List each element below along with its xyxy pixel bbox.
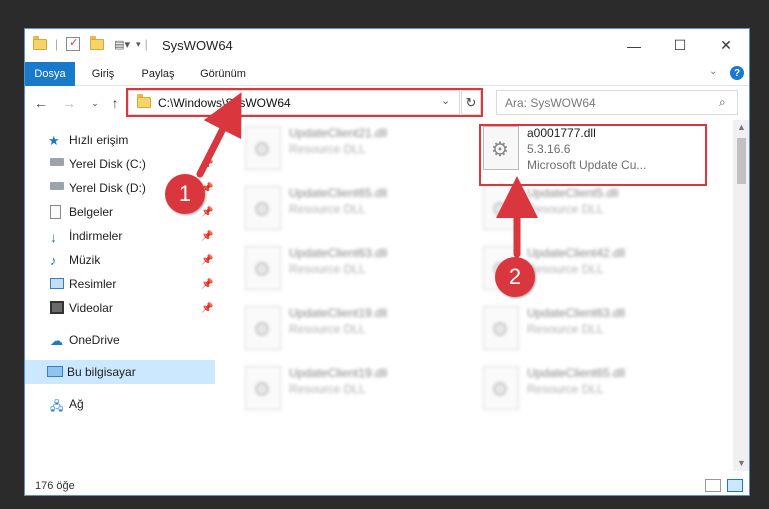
annotation-badge-1: 1 (165, 174, 205, 214)
explorer-window: | ✓ ▤▾ ▾ | SysWOW64 — ☐ ✕ Dosya Giriş Pa… (24, 28, 750, 496)
arrow-1 (196, 92, 242, 178)
annotation-arrows (196, 92, 538, 258)
annotation-badge-2: 2 (495, 257, 535, 297)
